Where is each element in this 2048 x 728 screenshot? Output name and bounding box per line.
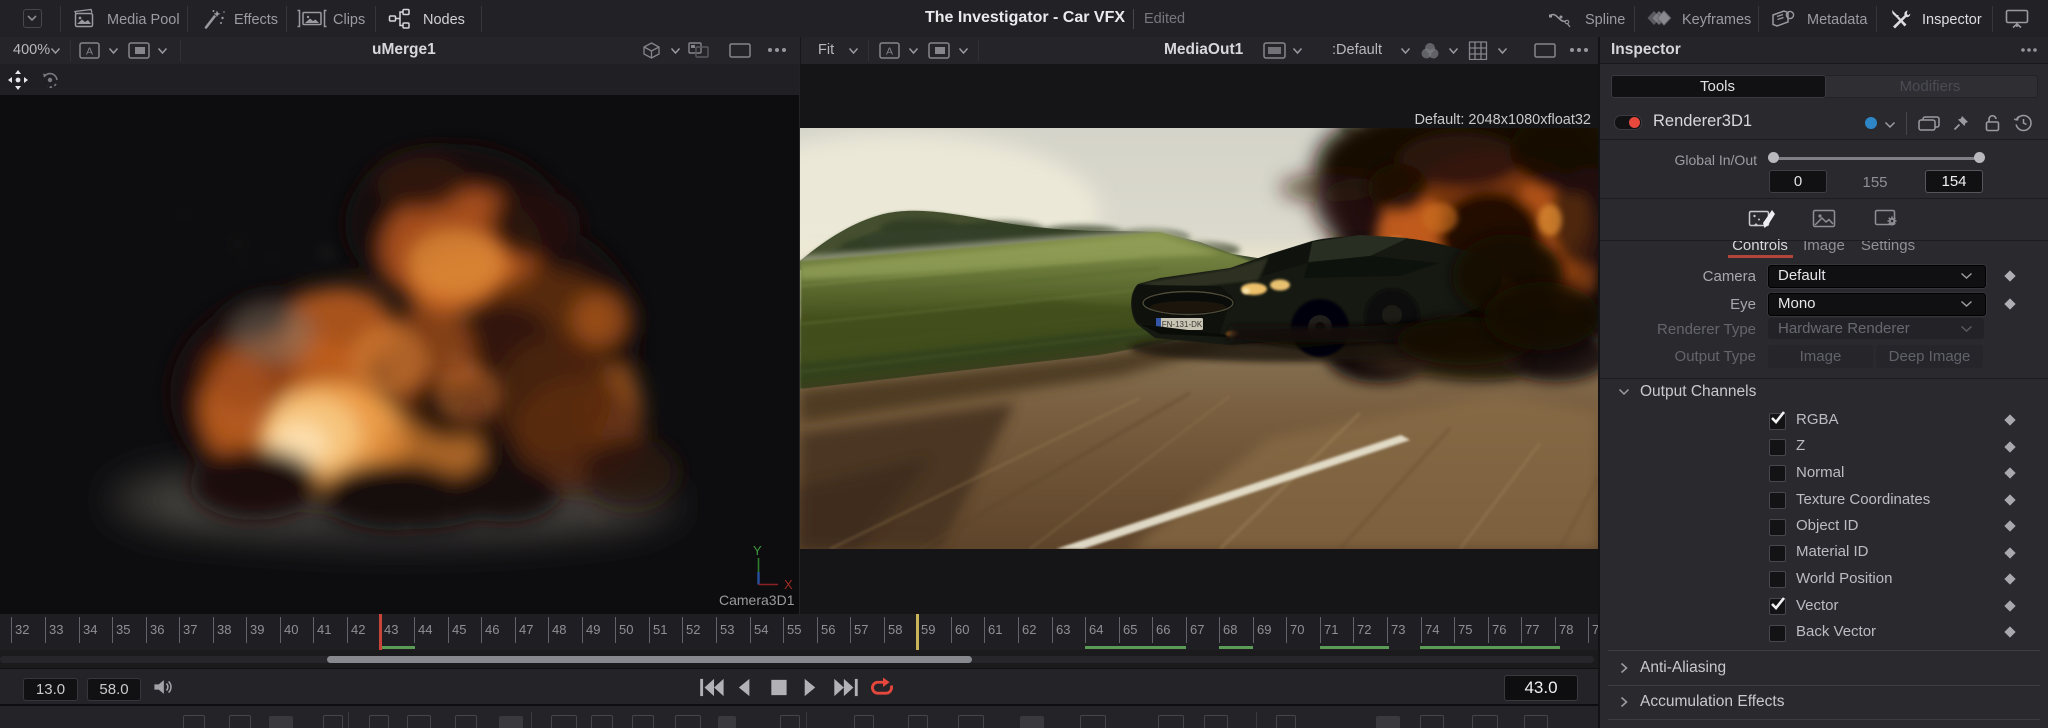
svg-text:Y: Y (753, 543, 762, 558)
svg-text:A: A (86, 46, 93, 58)
svg-text:X: X (784, 577, 793, 592)
svg-text:A: A (886, 46, 893, 58)
